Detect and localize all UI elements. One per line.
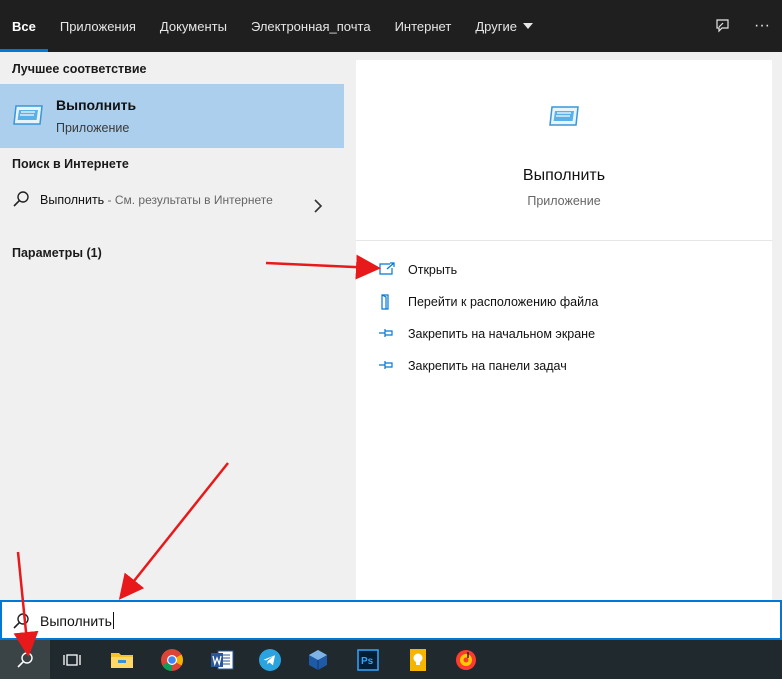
web-search-hint: - См. результаты в Интернете <box>104 193 273 207</box>
feedback-icon <box>716 19 729 33</box>
action-open-label: Открыть <box>408 263 458 277</box>
file-explorer-icon <box>111 652 133 668</box>
action-open-file-location-label: Перейти к расположению файла <box>408 295 599 309</box>
chevron-down-icon <box>522 23 533 29</box>
open-icon <box>379 262 395 275</box>
chevron-right-icon <box>314 199 323 213</box>
action-pin-taskbar[interactable]: Закрепить на панели задач <box>356 351 772 381</box>
word-icon <box>211 650 234 669</box>
best-match-heading: Лучшее соответствие <box>12 62 147 76</box>
search-box[interactable]: Выполнить <box>0 600 782 640</box>
tab-apps[interactable]: Приложения <box>48 0 148 52</box>
file-location-icon <box>381 294 389 310</box>
search-input-value: Выполнить <box>40 613 112 629</box>
web-search-heading: Поиск в Интернете <box>12 157 129 171</box>
tab-email[interactable]: Электронная_почта <box>239 0 383 52</box>
telegram-icon <box>259 648 281 671</box>
run-app-icon <box>549 106 579 126</box>
best-match-result[interactable]: Выполнить Приложение <box>0 84 344 148</box>
preview-divider <box>356 240 772 241</box>
run-app-icon <box>13 105 43 125</box>
word-button[interactable] <box>198 640 246 679</box>
tab-more-label: Другие <box>475 18 517 34</box>
photoshop-button[interactable]: Ps <box>344 640 392 679</box>
virtualbox-icon <box>309 649 327 670</box>
web-search-text: Выполнить - См. результаты в Интернете <box>40 190 280 211</box>
svg-text:Ps: Ps <box>361 656 374 667</box>
tab-documents[interactable]: Документы <box>148 0 239 52</box>
action-pin-taskbar-label: Закрепить на панели задач <box>408 359 567 373</box>
best-match-name: Выполнить <box>56 97 137 113</box>
tab-internet[interactable]: Интернет <box>383 0 464 52</box>
best-match-type: Приложение <box>56 121 130 135</box>
music-icon <box>456 649 476 670</box>
action-open-file-location[interactable]: Перейти к расположению файла <box>356 287 772 317</box>
web-search-query: Выполнить <box>40 193 105 207</box>
settings-heading: Параметры (1) <box>12 246 102 260</box>
preview-title: Выполнить <box>522 167 606 184</box>
taskbar: Ps <box>0 640 782 679</box>
task-view-button[interactable] <box>48 640 96 679</box>
preview-panel: Выполнить Приложение Открыть Перейти к р… <box>356 60 772 600</box>
pin-icon <box>379 361 393 369</box>
search-filter-tabs: Все Приложения Документы Электронная_поч… <box>0 0 782 52</box>
music-app-button[interactable] <box>442 640 490 679</box>
search-icon <box>17 651 33 668</box>
feedback-button[interactable] <box>702 0 742 52</box>
task-view-icon <box>63 653 81 666</box>
pin-icon <box>379 329 393 337</box>
virtualbox-button[interactable] <box>294 640 342 679</box>
search-input[interactable]: Выполнить <box>40 612 114 629</box>
action-pin-start-label: Закрепить на начальном экране <box>408 327 596 341</box>
keep-icon <box>410 648 426 671</box>
tab-all[interactable]: Все <box>0 0 48 52</box>
text-cursor <box>112 612 114 629</box>
taskbar-search-button[interactable] <box>0 640 50 679</box>
photoshop-icon: Ps <box>357 648 379 671</box>
telegram-button[interactable] <box>246 640 294 679</box>
action-open[interactable]: Открыть <box>356 255 772 285</box>
search-icon <box>13 191 29 207</box>
action-pin-start[interactable]: Закрепить на начальном экране <box>356 319 772 349</box>
more-options-icon: ··· <box>754 17 770 34</box>
keep-button[interactable] <box>394 640 442 679</box>
search-icon <box>13 613 29 629</box>
tab-more[interactable]: Другие <box>463 0 545 52</box>
file-explorer-button[interactable] <box>98 640 146 679</box>
chrome-icon <box>161 648 183 671</box>
chrome-button[interactable] <box>148 640 196 679</box>
results-panel: Лучшее соответствие Выполнить Приложение… <box>0 52 344 600</box>
more-options-button[interactable]: ··· <box>742 0 782 52</box>
web-search-result[interactable]: Выполнить - См. результаты в Интернете <box>0 184 344 232</box>
preview-subtitle: Приложение <box>527 194 601 208</box>
